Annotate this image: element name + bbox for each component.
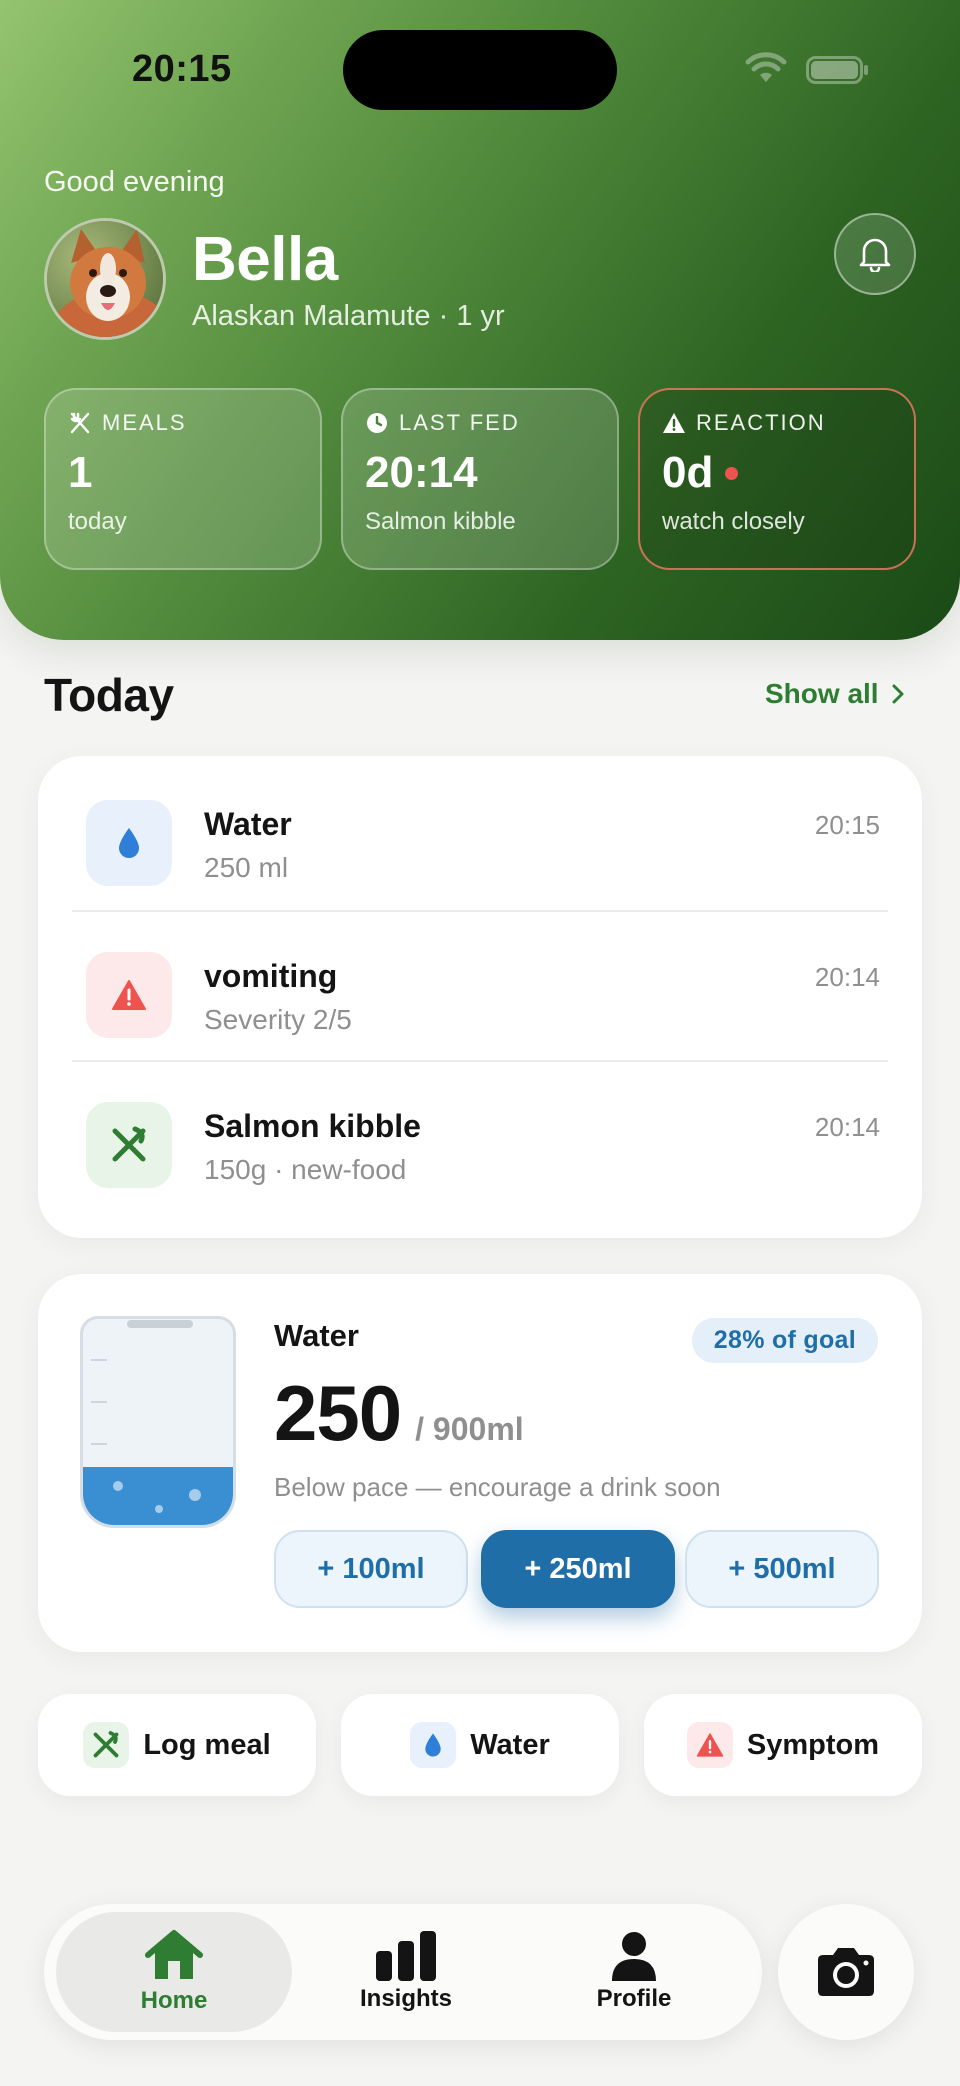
show-all-label: Show all (765, 678, 879, 709)
stat-sub: watch closely (662, 508, 805, 535)
clock-icon (367, 413, 387, 433)
warning-icon (663, 413, 685, 433)
water-goal: / 900ml (415, 1411, 524, 1447)
bell-icon (859, 238, 891, 272)
warning-icon (112, 980, 146, 1010)
tab-insights[interactable]: Insights (288, 1912, 524, 2032)
last-fed-time: 20:14 (365, 448, 478, 497)
quick-action-label: Symptom (746, 1728, 880, 1761)
camera-icon (818, 1948, 874, 1996)
fork-knife-icon (93, 1731, 119, 1758)
entry-detail: 250 ml (204, 852, 289, 883)
tab-label: Profile (596, 1985, 672, 2012)
entry-title: Salmon kibble (204, 1108, 421, 1144)
add-100ml-button[interactable]: + 100ml (274, 1530, 468, 1608)
water-drop-icon (119, 828, 139, 858)
entry-time: 20:15 (814, 810, 880, 840)
log-symptom-button[interactable]: Symptom (644, 1694, 922, 1796)
notifications-button[interactable] (834, 213, 916, 295)
alert-dot (725, 466, 739, 480)
meals-count: 1 (68, 448, 93, 497)
water-amount: 250 (274, 1369, 402, 1457)
chevron-right-icon (892, 684, 904, 704)
log-entry-water[interactable]: Water 250 ml 20:15 (72, 760, 888, 910)
pet-avatar[interactable] (44, 218, 166, 340)
wifi-icon (745, 52, 787, 82)
add-500ml-button[interactable]: + 500ml (685, 1530, 879, 1608)
dog-photo (47, 221, 163, 337)
show-all-link[interactable]: Show all (765, 678, 905, 710)
bar-chart-icon (376, 1931, 436, 1981)
pet-breed-age: Alaskan Malamute · 1 yr (192, 300, 505, 332)
home-icon (145, 1930, 203, 1979)
log-entry-meal[interactable]: Salmon kibble 150g · new-food 20:14 (72, 1060, 888, 1210)
water-title: Water (274, 1318, 359, 1353)
water-pace-hint: Below pace — encourage a drink soon (274, 1472, 721, 1502)
water-card: Water 28% of goal 250 / 900ml Below pace… (38, 1274, 922, 1652)
entry-title: Water (204, 806, 292, 842)
greeting: Good evening (44, 166, 225, 198)
person-icon (612, 1932, 656, 1981)
goal-progress-badge: 28% of goal (691, 1318, 878, 1363)
battery-icon (806, 56, 868, 84)
stat-label: MEALS (102, 410, 187, 435)
meals-stat-card[interactable]: MEALS 1 today (44, 388, 322, 570)
entry-detail: 150g · new-food (204, 1154, 407, 1185)
log-meal-button[interactable]: Log meal (38, 1694, 316, 1796)
tab-label: Home (140, 1987, 208, 2014)
last-fed-stat-card[interactable]: LAST FED 20:14 Salmon kibble (341, 388, 619, 570)
tab-label: Insights (359, 1985, 452, 2012)
reaction-stat-card[interactable]: REACTION 0d watch closely (638, 388, 916, 570)
log-entry-symptom[interactable]: vomiting Severity 2/5 20:14 (72, 910, 888, 1060)
entry-detail: Severity 2/5 (204, 1004, 352, 1035)
quick-action-label: Water (470, 1728, 550, 1761)
stat-sub: today (68, 508, 127, 535)
water-drop-icon (425, 1733, 441, 1757)
stat-sub: Salmon kibble (365, 508, 516, 535)
log-water-button[interactable]: Water (341, 1694, 619, 1796)
stat-label: REACTION (696, 410, 826, 435)
water-level-fill (83, 1467, 233, 1525)
fork-knife-icon (70, 412, 90, 434)
status-time: 20:15 (132, 48, 232, 90)
camera-button[interactable] (778, 1904, 914, 2040)
entry-title: vomiting (204, 958, 338, 994)
pet-name: Bella (192, 225, 338, 294)
today-log-card: Water 250 ml 20:15 vomiting Severity 2/5… (38, 756, 922, 1238)
fork-knife-icon (112, 1126, 146, 1162)
tab-home[interactable]: Home (56, 1912, 292, 2032)
add-250ml-button[interactable]: + 250ml (481, 1530, 675, 1608)
water-glass-graphic (80, 1316, 236, 1528)
tab-profile[interactable]: Profile (516, 1912, 752, 2032)
entry-time: 20:14 (814, 962, 880, 992)
warning-icon (696, 1733, 724, 1757)
section-title-today: Today (44, 669, 174, 721)
dynamic-island (343, 30, 617, 110)
entry-time: 20:14 (814, 1112, 880, 1142)
stat-label: LAST FED (399, 410, 520, 435)
reaction-days: 0d (662, 448, 714, 497)
tab-bar: Home Insights Profile (44, 1904, 762, 2040)
quick-action-label: Log meal (143, 1728, 271, 1761)
header: 20:15 Good evening Bella Alaskan Malamut… (0, 0, 960, 640)
